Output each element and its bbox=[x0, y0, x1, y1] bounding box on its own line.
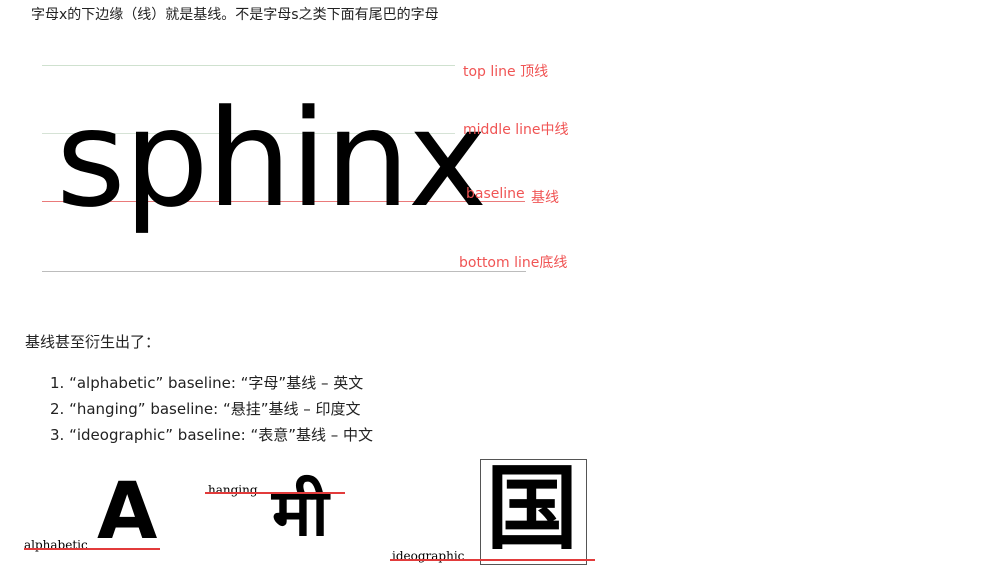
baseline-type-list: 1. “alphabetic” baseline: “字母”基线 – 英文 2.… bbox=[50, 370, 373, 448]
list-item: 3. “ideographic” baseline: “表意”基线 – 中文 bbox=[50, 426, 374, 444]
hanging-caption: hanging bbox=[208, 483, 258, 497]
derived-baselines-intro: 基线甚至衍生出了： bbox=[25, 333, 161, 351]
alphabetic-baseline bbox=[24, 548, 160, 550]
sample-word: sphinx bbox=[56, 81, 487, 237]
ideographic-glyph: 国 bbox=[486, 455, 579, 562]
ideographic-baseline bbox=[390, 559, 595, 561]
list-item: 2. “hanging” baseline: “悬挂”基线 – 印度文 bbox=[50, 400, 361, 418]
bottom-line-label: bottom line底线 bbox=[459, 255, 568, 271]
list-item: 1. “alphabetic” baseline: “字母”基线 – 英文 bbox=[50, 374, 364, 392]
hanging-glyph: मी bbox=[272, 474, 329, 551]
alphabetic-glyph: A bbox=[97, 467, 158, 557]
baseline-types-figure: alphabetic A hanging मी ideographic 国 bbox=[0, 455, 620, 580]
baseline-figure: sphinx top line 顶线 middle line中线 baselin… bbox=[0, 0, 600, 290]
hanging-baseline bbox=[205, 492, 345, 494]
bottom-line bbox=[42, 271, 526, 272]
baseline-label: baseline bbox=[466, 186, 525, 202]
top-line bbox=[42, 65, 455, 66]
baseline-label-cn: 基线 bbox=[531, 190, 559, 206]
top-line-label: top line 顶线 bbox=[463, 64, 549, 80]
middle-line-label: middle line中线 bbox=[463, 122, 569, 138]
